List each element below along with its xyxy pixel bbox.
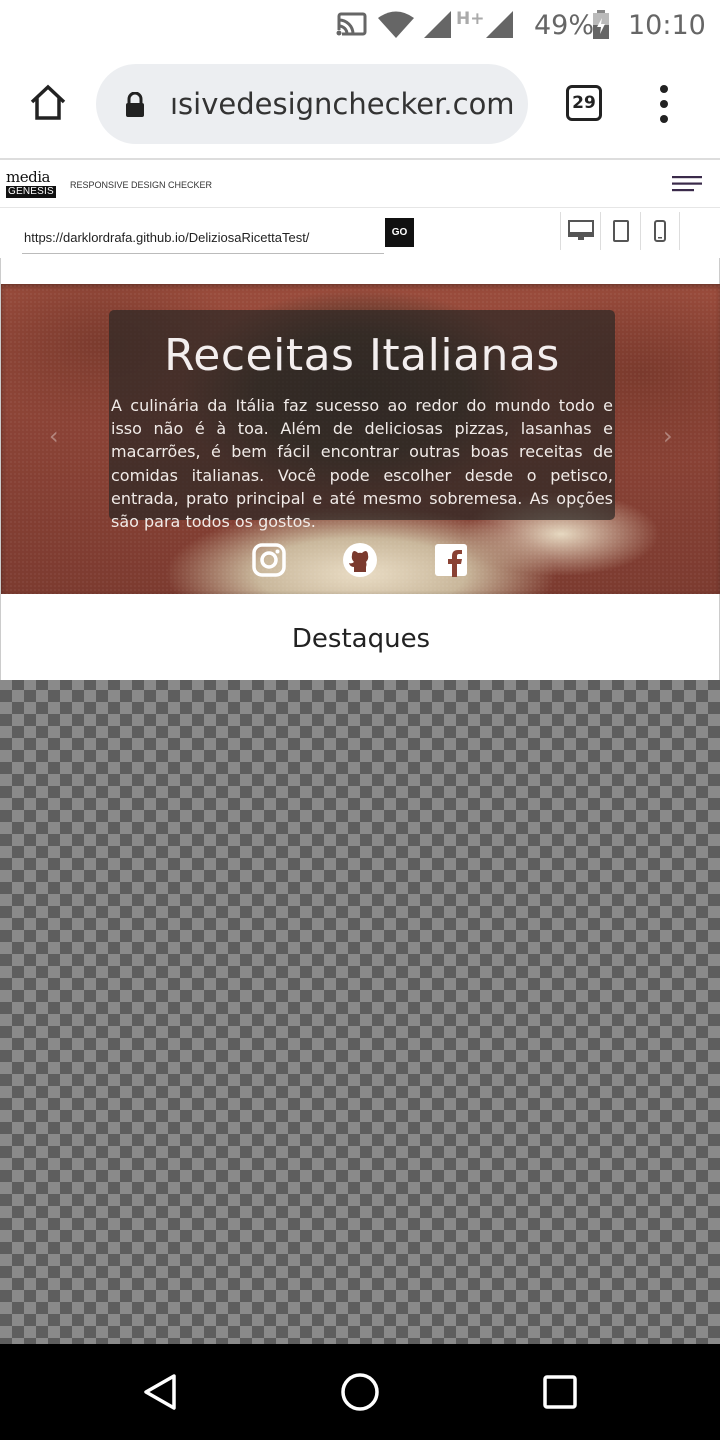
logo-line-1: media (6, 168, 50, 186)
android-nav-bar (0, 1344, 720, 1440)
github-icon[interactable] (342, 542, 378, 578)
address-bar[interactable]: ısivedesigncheck‌er.com (96, 64, 528, 144)
logo-line-2: GENESIS (6, 186, 56, 198)
checker-title: RESPONSIVE DESIGN CHECKER (70, 180, 213, 190)
transparent-background (0, 678, 720, 1344)
signal-icon-2 (486, 0, 514, 50)
tablet-icon[interactable] (600, 212, 640, 250)
battery-icon (592, 0, 610, 50)
go-button[interactable]: GO (385, 218, 414, 247)
section-title-destaques: Destaques (291, 624, 431, 654)
battery-percent: 49% (534, 9, 595, 41)
home-icon[interactable] (28, 82, 68, 122)
signal-icon (424, 0, 452, 50)
cast-icon (336, 0, 368, 50)
recents-icon[interactable] (540, 1372, 580, 1412)
carousel-next-arrow[interactable]: › (663, 422, 673, 450)
tab-count: 29 (572, 93, 596, 113)
clock: 10:10 (628, 9, 706, 41)
back-icon[interactable] (140, 1372, 180, 1412)
hero-text: A culinária da Itália faz sucesso ao red… (111, 396, 613, 532)
instagram-icon[interactable] (251, 542, 287, 578)
media-genesis-logo[interactable]: media GENESIS (6, 170, 56, 202)
carousel-prev-arrow[interactable]: ‹ (49, 422, 59, 450)
hamburger-menu-icon[interactable] (672, 174, 702, 194)
site-preview: ‹ › Receitas Italianas A culinária da It… (0, 258, 720, 680)
menu-icon[interactable] (654, 84, 674, 124)
social-links (1, 542, 720, 582)
home-nav-icon[interactable] (340, 1372, 380, 1412)
hero-carousel: ‹ › Receitas Italianas A culinária da It… (1, 284, 720, 594)
tab-switcher-button[interactable]: 29 (566, 85, 602, 121)
facebook-icon[interactable] (433, 542, 469, 578)
site-url-input[interactable] (22, 222, 384, 254)
wifi-icon (378, 0, 414, 50)
desktop-icon[interactable] (560, 212, 600, 250)
hero-card: Receitas Italianas A culinária da Itália… (109, 310, 615, 531)
address-bar-url: ısivedesigncheck‌er.com (170, 87, 515, 121)
mobile-icon[interactable] (640, 212, 680, 250)
network-type: H+ (456, 9, 485, 29)
status-bar: H+ 49% 10:10 (0, 0, 720, 50)
lock-icon (124, 91, 146, 117)
checker-header: media GENESIS RESPONSIVE DESIGN CHECKER (0, 162, 720, 208)
hero-title: Receitas Italianas (164, 330, 560, 381)
browser-toolbar: ısivedesigncheck‌er.com 29 (0, 50, 720, 160)
preview-frame: ‹ › Receitas Italianas A culinária da It… (0, 258, 720, 1344)
